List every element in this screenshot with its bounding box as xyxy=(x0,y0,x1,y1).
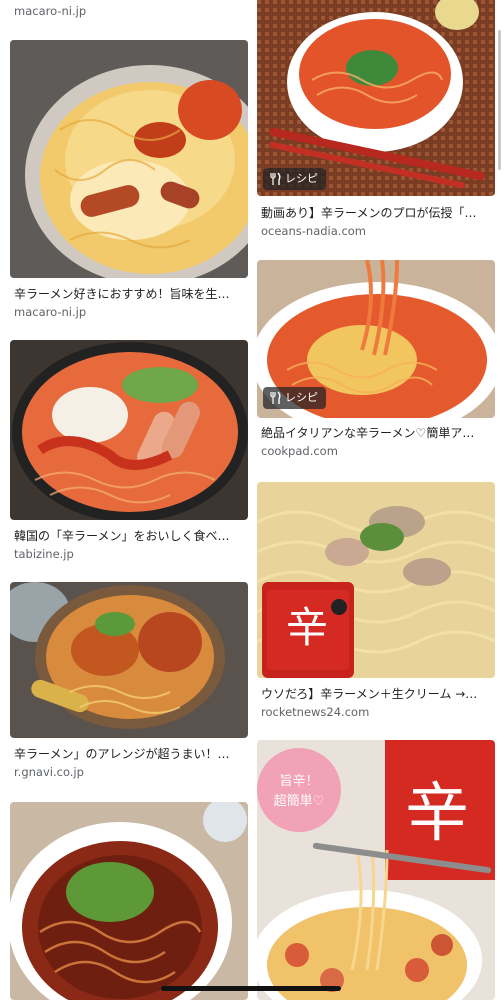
result-source: macaro-ni.jp xyxy=(14,4,87,18)
result-source: cookpad.com xyxy=(261,444,338,458)
image-caption-line1: 旨辛！ xyxy=(279,774,318,789)
result-card[interactable]: 辛 旨辛！ 超簡単♡ xyxy=(257,740,495,1000)
result-card[interactable]: macaro-ni.jp xyxy=(10,0,248,30)
recipe-badge-label: レシピ xyxy=(285,391,318,404)
result-title: ウソだろ】辛ラーメン＋生クリーム →… xyxy=(261,687,478,701)
ramen-bowl-image xyxy=(10,802,248,1000)
result-image[interactable] xyxy=(257,0,495,196)
result-source: tabizine.jp xyxy=(14,547,74,561)
result-image[interactable] xyxy=(10,340,248,520)
ramen-white-bowl-image xyxy=(257,0,495,196)
recipe-badge: レシピ xyxy=(263,387,326,409)
image-caption-line2: 超簡単♡ xyxy=(274,793,325,809)
result-source: oceans-nadia.com xyxy=(261,224,367,238)
result-source: r.gnavi.co.jp xyxy=(14,765,84,779)
fork-knife-icon xyxy=(270,172,281,185)
result-card[interactable]: 韓国の「辛ラーメン」をおいしく食べ… tabizine.jp xyxy=(10,340,248,570)
result-card[interactable]: 辛ラーメン好きにおすすめ！旨味を生… macaro-ni.jp xyxy=(10,40,248,325)
recipe-badge-label: レシピ xyxy=(285,172,318,185)
result-card[interactable] xyxy=(10,802,248,1000)
result-card[interactable]: 辛 ウソだろ】辛ラーメン＋生クリーム →… rocketnews24.com xyxy=(257,482,495,722)
ramen-pan-image xyxy=(10,582,248,738)
result-source: rocketnews24.com xyxy=(261,705,370,719)
ramen-kimchi-image xyxy=(10,340,248,520)
result-image[interactable]: 辛 xyxy=(257,482,495,678)
result-source: macaro-ni.jp xyxy=(14,305,87,319)
home-indicator[interactable] xyxy=(161,986,341,991)
package-logo-text: 辛 xyxy=(405,777,469,851)
ramen-cheese-image xyxy=(10,40,248,278)
result-title: 絶品イタリアンな辛ラーメン♡簡単ア… xyxy=(261,426,475,440)
result-image[interactable]: 辛 旨辛！ 超簡単♡ xyxy=(257,740,495,1000)
ramen-cream-image: 辛 xyxy=(257,482,495,678)
result-title: 辛ラーメン」のアレンジが超うまい！… xyxy=(14,747,230,761)
result-card[interactable]: レシピ 動画あり】辛ラーメンのプロが伝授「… oceans-nadia.com xyxy=(257,0,495,240)
result-image[interactable] xyxy=(10,582,248,738)
ramen-sausage-image: 辛 旨辛！ 超簡単♡ xyxy=(257,740,495,1000)
fork-knife-icon xyxy=(270,391,281,404)
result-image[interactable] xyxy=(10,802,248,1000)
recipe-badge: レシピ xyxy=(263,168,326,190)
result-card[interactable]: レシピ 絶品イタリアンな辛ラーメン♡簡単ア… cookpad.com xyxy=(257,260,495,465)
package-logo-text: 辛 xyxy=(286,603,328,652)
result-title: 動画あり】辛ラーメンのプロが伝授「… xyxy=(261,206,477,220)
scrollbar-thumb[interactable] xyxy=(498,30,501,170)
result-title: 辛ラーメン好きにおすすめ！旨味を生… xyxy=(14,287,230,301)
result-image[interactable] xyxy=(10,40,248,278)
result-card[interactable]: 辛ラーメン」のアレンジが超うまい！… r.gnavi.co.jp xyxy=(10,582,248,787)
result-title: 韓国の「辛ラーメン」をおいしく食べ… xyxy=(14,529,230,543)
